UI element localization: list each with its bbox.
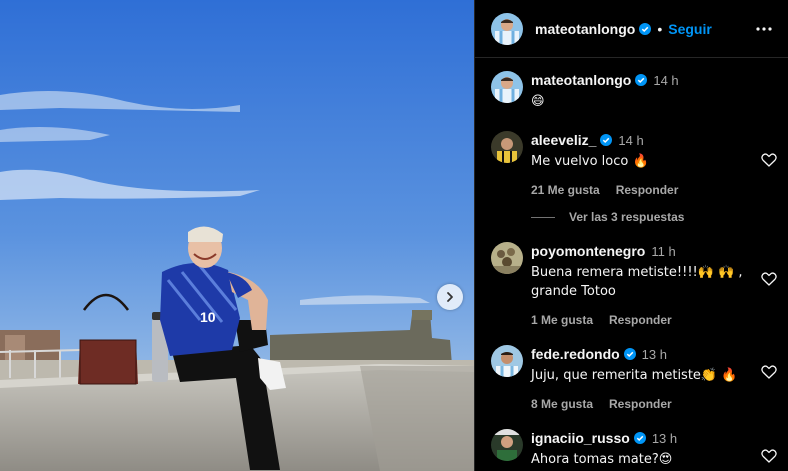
comment-item: aleeveliz_ 14 h Me vuelvo loco 🔥 21 Me gu… <box>491 131 788 201</box>
verified-badge-icon <box>600 134 613 146</box>
author-avatar[interactable] <box>491 12 523 45</box>
next-photo-button[interactable] <box>437 284 463 310</box>
more-options-icon[interactable] <box>755 20 773 38</box>
comment-text: Ahora tomas mate?😍 <box>531 452 673 467</box>
commenter-avatar[interactable] <box>491 345 523 377</box>
view-replies-label: Ver las 3 respuestas <box>569 210 685 224</box>
commenter-avatar[interactable] <box>491 429 523 461</box>
commenter-username[interactable]: ignaciio_russo <box>531 430 630 446</box>
svg-text:10: 10 <box>200 309 216 325</box>
caption-avatar[interactable] <box>491 71 523 103</box>
comment-item: ignaciio_russo 13 h Ahora tomas mate?😍 <box>491 429 788 471</box>
comment-time: 11 h <box>651 244 676 259</box>
separator-dot: • <box>657 20 663 37</box>
heart-icon[interactable] <box>761 271 777 287</box>
comment-time: 14 h <box>618 133 644 148</box>
comment-likes[interactable]: 21 Me gusta <box>531 183 600 197</box>
chevron-right-icon <box>447 292 453 302</box>
post-header: mateotanlongo • Seguir <box>475 0 788 58</box>
post-photo: 10 <box>0 0 474 471</box>
comment-text: Me vuelvo loco 🔥 <box>531 154 649 169</box>
comment-text: Buena remera metiste!!!!🙌 🙌 , grande Tot… <box>531 265 743 299</box>
comment-item: poyomontenegro 11 h Buena remera metiste!… <box>491 242 788 332</box>
view-replies-button[interactable]: Ver las 3 respuestas <box>531 210 684 224</box>
verified-badge-icon <box>623 348 636 360</box>
comment-likes[interactable]: 8 Me gusta <box>531 397 593 411</box>
commenter-avatar[interactable] <box>491 131 523 163</box>
commenter-username[interactable]: fede.redondo <box>531 346 620 362</box>
comments-panel: mateotanlongo • Seguir mateotanlongo 14 h… <box>474 0 788 471</box>
comment-likes[interactable]: 1 Me gusta <box>531 313 593 327</box>
caption-time: 14 h <box>653 73 679 88</box>
comment-time: 13 h <box>641 347 667 362</box>
reply-button[interactable]: Responder <box>609 397 672 411</box>
heart-icon[interactable] <box>761 152 777 168</box>
reply-button[interactable]: Responder <box>609 313 672 327</box>
verified-badge-icon <box>633 432 646 444</box>
post-caption: mateotanlongo 14 h 😄 <box>491 71 788 111</box>
comment-text: Juju, que remerita metiste👏 🔥 <box>531 368 738 383</box>
author-username[interactable]: mateotanlongo <box>535 21 635 37</box>
caption-username[interactable]: mateotanlongo <box>531 72 631 88</box>
verified-badge-icon <box>639 22 652 35</box>
comment-item: fede.redondo 13 h Juju, que remerita meti… <box>491 345 788 415</box>
follow-button[interactable]: Seguir <box>668 21 712 37</box>
commenter-avatar[interactable] <box>491 242 523 274</box>
comment-time: 13 h <box>651 431 678 446</box>
verified-badge-icon <box>635 74 648 86</box>
heart-icon[interactable] <box>761 364 777 380</box>
caption-text: 😄 <box>531 94 545 109</box>
reply-button[interactable]: Responder <box>616 183 679 197</box>
commenter-username[interactable]: aleeveliz_ <box>531 132 596 148</box>
replies-divider <box>531 216 555 218</box>
heart-icon[interactable] <box>761 448 777 464</box>
commenter-username[interactable]: poyomontenegro <box>531 243 645 259</box>
